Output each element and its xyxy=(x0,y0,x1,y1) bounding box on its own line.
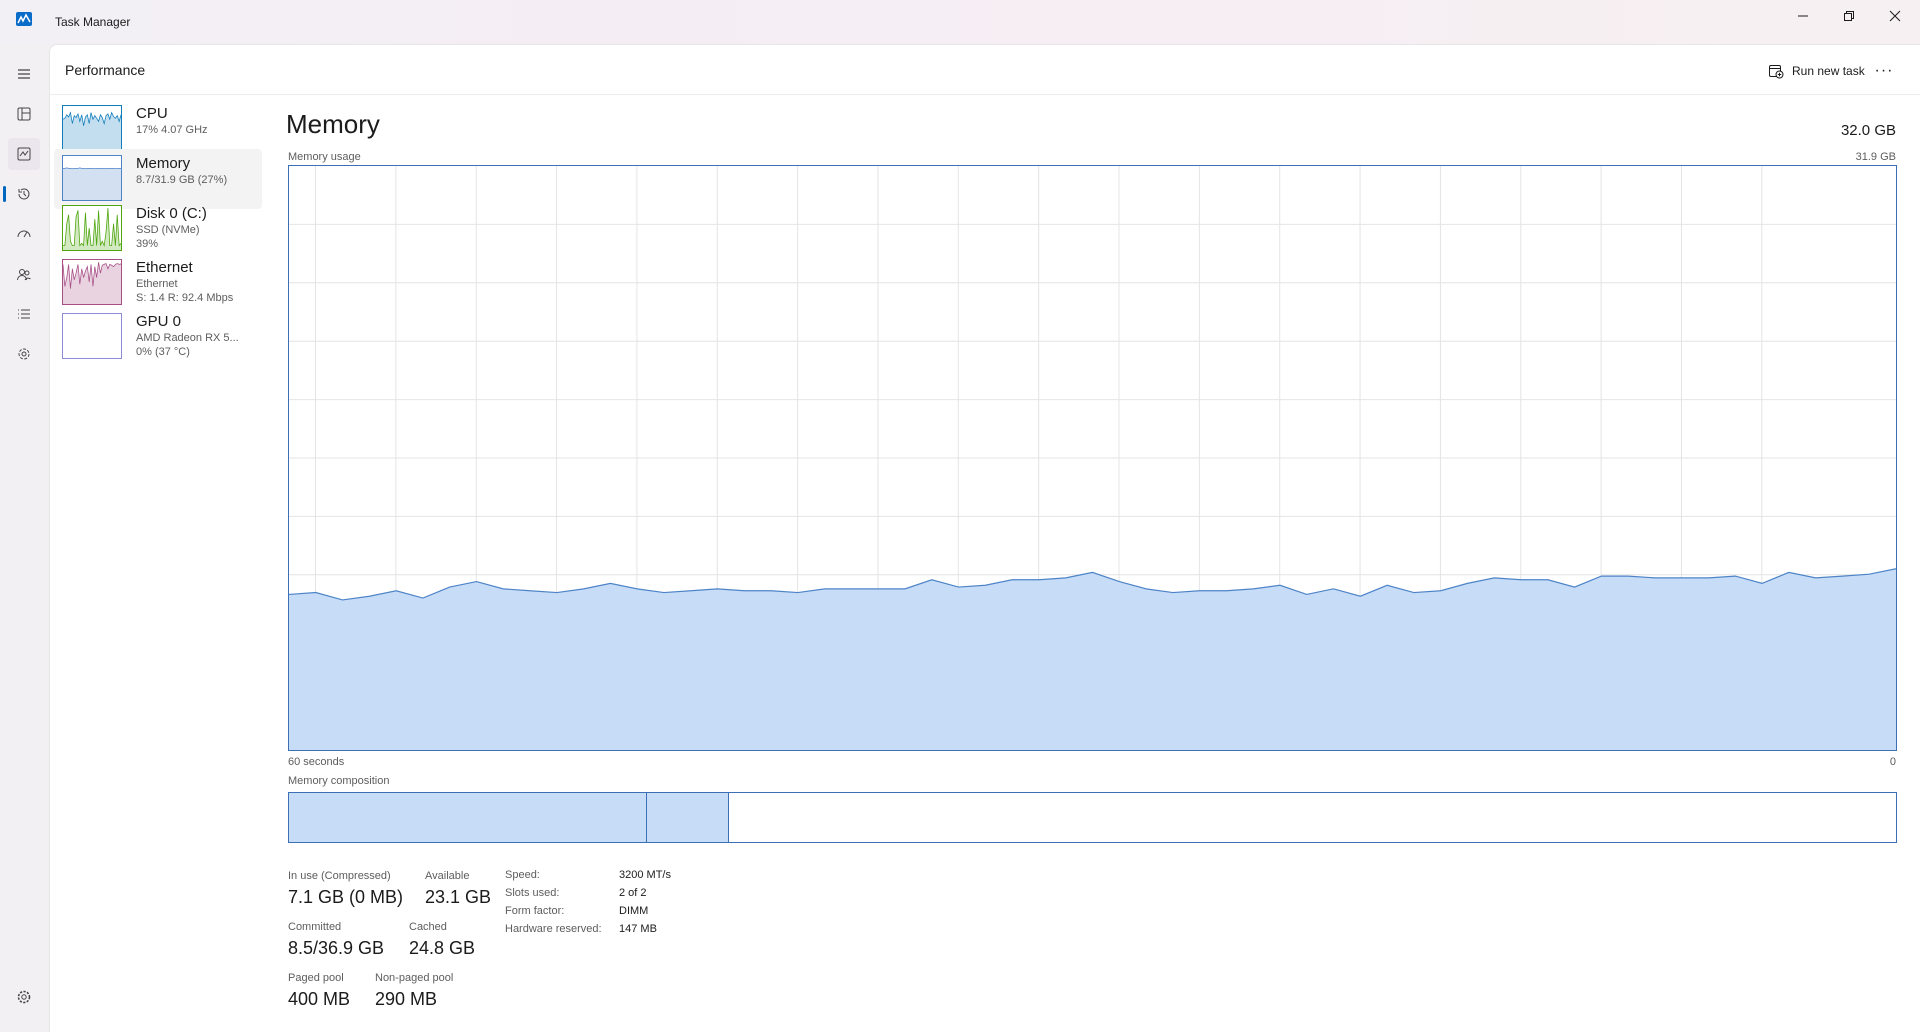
hamburger-menu-icon xyxy=(18,69,30,79)
speed-value: 3200 MT/s xyxy=(619,869,671,881)
device-detail-line: SSD (NVMe) xyxy=(136,224,200,236)
nav-users[interactable] xyxy=(8,258,40,290)
device-thumbnail-graph xyxy=(62,155,122,201)
device-name: CPU xyxy=(136,105,168,122)
thumbnail-line xyxy=(63,208,121,248)
paged-pool-value: 400 MB xyxy=(288,989,351,1009)
device-detail-line: S: 1.4 R: 92.4 Mbps xyxy=(136,292,234,304)
device-thumbnail-graph xyxy=(62,105,122,151)
restore-icon xyxy=(1844,11,1854,21)
nav-active-indicator xyxy=(3,186,6,202)
time-axis-end: 0 xyxy=(1889,756,1896,768)
device-detail-line: Ethernet xyxy=(136,278,178,290)
main-panel: Performance Run new task ··· CPU 17% 4.07… xyxy=(49,44,1920,1032)
settings-icon xyxy=(17,990,31,1004)
processes-icon xyxy=(17,107,31,121)
minimize-button[interactable] xyxy=(1780,0,1826,32)
nav-settings[interactable] xyxy=(8,981,40,1013)
paged-pool-label: Paged pool xyxy=(288,972,344,984)
memory-usage-chart xyxy=(288,165,1897,751)
performance-icon xyxy=(17,147,31,161)
committed-label: Committed xyxy=(288,921,342,933)
memory-composition-bar xyxy=(288,792,1897,843)
speed-label: Speed: xyxy=(505,869,540,881)
device-item-ethernet[interactable]: Ethernet Ethernet S: 1.4 R: 92.4 Mbps xyxy=(54,253,262,313)
page-header: Performance Run new task ··· xyxy=(50,45,1920,95)
in-use-value: 7.1 GB (0 MB) xyxy=(288,887,404,907)
window-title: Task Manager xyxy=(55,15,131,29)
services-icon xyxy=(18,348,30,360)
composition-segment-in-use[interactable] xyxy=(289,793,648,842)
device-thumbnail-graph xyxy=(62,205,122,251)
device-name: Ethernet xyxy=(136,259,193,276)
composition-segment-standby[interactable] xyxy=(729,793,1896,842)
non-paged-pool-label: Non-paged pool xyxy=(375,972,454,984)
committed-value: 8.5/36.9 GB xyxy=(288,938,385,958)
nav-menu-button[interactable] xyxy=(8,58,40,90)
thumbnail-line xyxy=(63,167,121,170)
minimize-icon xyxy=(1798,15,1808,17)
detail-title: Memory xyxy=(286,109,380,139)
memory-usage-area xyxy=(289,568,1896,750)
device-thumbnail-graph xyxy=(62,313,122,359)
composition-segment-modified[interactable] xyxy=(647,793,730,842)
nav-details[interactable] xyxy=(8,298,40,330)
restore-button[interactable] xyxy=(1826,0,1872,32)
device-thumbnail-graph xyxy=(62,259,122,305)
nav-performance[interactable] xyxy=(8,138,40,170)
form-factor-value: DIMM xyxy=(619,905,649,917)
nav-services[interactable] xyxy=(8,338,40,370)
device-item-gpu-0[interactable]: GPU 0 AMD Radeon RX 5... 0% (37 °C) xyxy=(54,307,262,367)
device-detail-line: 39% xyxy=(136,238,159,250)
app-history-icon xyxy=(18,188,30,200)
time-axis-start: 60 seconds xyxy=(288,756,345,768)
non-paged-pool-value: 290 MB xyxy=(375,989,438,1009)
nav-processes[interactable] xyxy=(8,98,40,130)
users-icon xyxy=(17,269,31,281)
memory-usage-max: 31.9 GB xyxy=(1855,151,1896,163)
in-use-label: In use (Compressed) xyxy=(288,870,391,882)
memory-usage-label: Memory usage xyxy=(288,151,361,163)
nav-startup-apps[interactable] xyxy=(8,218,40,250)
device-detail-line: 8.7/31.9 GB (27%) xyxy=(136,174,228,186)
nav-app-history[interactable] xyxy=(8,178,40,210)
available-value: 23.1 GB xyxy=(425,887,492,907)
cached-value: 24.8 GB xyxy=(409,938,476,958)
startup-apps-icon xyxy=(17,230,31,238)
device-detail-line: 17% 4.07 GHz xyxy=(136,124,208,136)
run-new-task-button[interactable]: Run new task xyxy=(1758,56,1875,86)
device-detail-line: 0% (37 °C) xyxy=(136,346,190,358)
hardware-reserved-label: Hardware reserved: xyxy=(505,923,602,935)
run-new-task-label: Run new task xyxy=(1792,64,1865,78)
cached-label: Cached xyxy=(409,921,447,933)
device-detail-line: AMD Radeon RX 5... xyxy=(136,332,239,344)
more-options-button[interactable]: ··· xyxy=(1867,56,1901,86)
hardware-reserved-value: 147 MB xyxy=(619,923,657,935)
nav-rail xyxy=(0,44,49,1032)
memory-composition-label: Memory composition xyxy=(288,775,390,787)
device-name: Memory xyxy=(136,155,191,172)
close-button[interactable] xyxy=(1872,0,1918,32)
page-title: Performance xyxy=(65,62,146,78)
details-icon xyxy=(18,309,30,319)
total-memory: 32.0 GB xyxy=(1840,122,1896,139)
task-manager-logo-icon xyxy=(16,12,32,26)
close-icon xyxy=(1889,10,1901,22)
form-factor-label: Form factor: xyxy=(505,905,565,917)
device-name: GPU 0 xyxy=(136,313,182,330)
available-label: Available xyxy=(425,870,470,882)
thumbnail-area xyxy=(63,262,121,304)
slots-used-label: Slots used: xyxy=(505,887,560,899)
device-item-disk-0-c[interactable]: Disk 0 (C:) SSD (NVMe) 39% xyxy=(54,199,262,259)
title-bar: Task Manager xyxy=(0,0,1920,44)
run-new-task-icon xyxy=(1769,65,1784,79)
slots-used-value: 2 of 2 xyxy=(619,887,647,899)
device-name: Disk 0 (C:) xyxy=(136,205,207,222)
thumbnail-area xyxy=(63,167,121,200)
